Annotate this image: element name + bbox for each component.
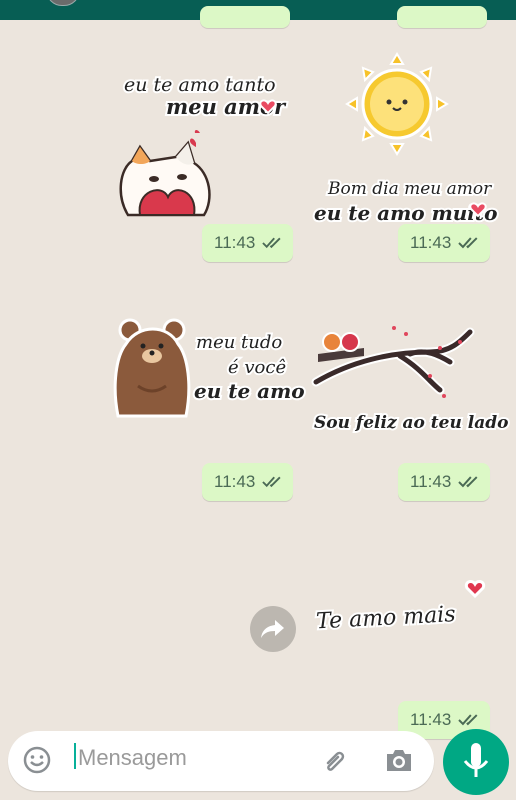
sticker-sun-message[interactable]: Bom dia meu amor eu te amo muito: [306, 52, 499, 227]
sticker-caption-line: é você: [228, 357, 286, 378]
message-timestamp: 11:43: [398, 224, 490, 262]
microphone-button[interactable]: [443, 729, 509, 795]
message-input-bar[interactable]: Mensagem: [8, 731, 434, 791]
message-input[interactable]: Mensagem: [78, 745, 187, 771]
paperclip-icon[interactable]: [320, 747, 350, 777]
sticker-caption-line: Te amo mais: [316, 602, 457, 634]
sticker-caption-line: Sou feliz ao teu lado: [314, 413, 508, 433]
sticker-caption-line: Bom dia meu amor: [327, 179, 492, 199]
te-amo-mais-sticker: Te amo mais: [314, 579, 486, 636]
sticker-caption-line: eu te amo tanto: [124, 74, 276, 96]
sticker-te-amo-mais-message[interactable]: Te amo mais: [310, 576, 496, 636]
time-label: 11:43: [410, 472, 452, 491]
emoji-icon[interactable]: [22, 745, 52, 775]
double-check-icon: [458, 714, 478, 726]
message-timestamp: 11:43: [398, 463, 490, 501]
brown-bear-sticker: meu tudo é você eu te amo: [113, 318, 307, 418]
forward-icon: [261, 620, 284, 638]
sticker-bear-message[interactable]: meu tudo é você eu te amo: [108, 316, 307, 426]
microphone-icon: [463, 743, 489, 777]
time-label: 11:43: [410, 710, 452, 729]
big-heart-icon: [138, 189, 196, 216]
forward-button[interactable]: [250, 606, 296, 652]
birds-on-branch-sticker: Sou feliz ao teu lado: [311, 326, 510, 435]
time-label: 11:43: [214, 233, 256, 252]
previous-timestamp-bubble: [397, 6, 487, 28]
cat-holding-heart-sticker: eu te amo tanto meu amor: [119, 72, 289, 217]
sticker-birds-message[interactable]: Sou feliz ao teu lado: [310, 312, 510, 435]
floating-hearts-icon: [190, 130, 200, 147]
double-check-icon: [458, 237, 478, 249]
message-composer: Mensagem: [0, 729, 516, 795]
double-check-icon: [458, 476, 478, 488]
double-check-icon: [262, 237, 281, 249]
heart-icon: [464, 579, 486, 599]
time-label: 11:43: [410, 233, 452, 252]
bear-icon: [113, 318, 191, 418]
sun-icon: [345, 52, 449, 156]
message-timestamp: 11:43: [202, 463, 293, 501]
birds-branch-icon: [311, 326, 475, 398]
sticker-caption-line: meu tudo: [196, 332, 282, 353]
text-cursor: [74, 743, 76, 769]
previous-timestamp-bubble: [200, 6, 290, 28]
contact-avatar[interactable]: [46, 0, 80, 6]
message-timestamp: 11:43: [202, 224, 293, 262]
double-check-icon: [262, 476, 281, 488]
smiling-sun-sticker: Bom dia meu amor eu te amo muito: [312, 52, 499, 227]
time-label: 11:43: [214, 472, 256, 491]
message-list[interactable]: eu te amo tanto meu amor Bom dia meu amo…: [0, 6, 516, 781]
sticker-caption-line: eu te amo: [194, 379, 305, 403]
sticker-cat-message[interactable]: eu te amo tanto meu amor: [110, 65, 300, 225]
camera-icon[interactable]: [383, 745, 415, 775]
